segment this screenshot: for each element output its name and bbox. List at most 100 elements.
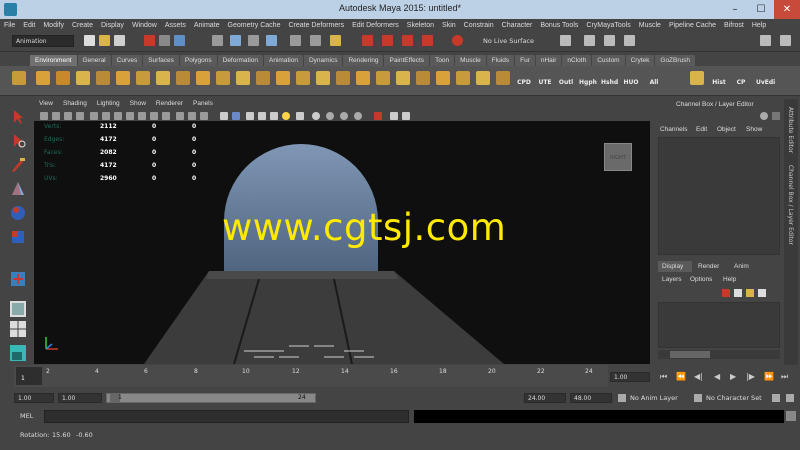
shelf-tab-fur[interactable]: Fur bbox=[515, 55, 535, 66]
four-pane-layout-icon[interactable] bbox=[9, 320, 27, 338]
select-hierarchy-icon[interactable] bbox=[144, 35, 155, 46]
shelf-label-cpd[interactable]: CPD bbox=[516, 79, 532, 86]
shelf-label-hshd[interactable]: Hshd bbox=[601, 79, 618, 86]
menu-skin[interactable]: Skin bbox=[438, 19, 460, 32]
viewport-menu-renderer[interactable]: Renderer bbox=[151, 99, 188, 109]
shelf-tool-16-icon[interactable] bbox=[336, 71, 350, 85]
viewport-menu-panels[interactable]: Panels bbox=[188, 99, 218, 109]
xray-icon[interactable] bbox=[246, 112, 254, 120]
layout-icon[interactable] bbox=[760, 35, 771, 46]
menu-bifrost[interactable]: Bifrost bbox=[720, 19, 748, 32]
rotate-tool-icon[interactable] bbox=[9, 204, 27, 222]
channel-box-side-tab[interactable]: Channel Box / Layer Editor bbox=[787, 165, 794, 245]
shelf-label-hgph[interactable]: Hgph bbox=[579, 79, 597, 86]
ambient-occlusion-icon[interactable] bbox=[312, 112, 320, 120]
shelf-tool-11-icon[interactable] bbox=[236, 71, 250, 85]
shelf-tool-24-icon[interactable] bbox=[496, 71, 510, 85]
layer-scrollbar-thumb[interactable] bbox=[670, 351, 710, 358]
snap-grid-icon[interactable] bbox=[212, 35, 223, 46]
isolate-icon[interactable] bbox=[374, 112, 382, 120]
shelf-tab-nhair[interactable]: nHair bbox=[535, 55, 562, 66]
shelf-label-outl[interactable]: Outl bbox=[558, 79, 574, 86]
menu-constrain[interactable]: Constrain bbox=[460, 19, 498, 32]
snap-curve-icon[interactable] bbox=[230, 35, 241, 46]
shelf-tool-25-icon[interactable] bbox=[690, 71, 704, 85]
anti-aliasing-icon[interactable] bbox=[340, 112, 348, 120]
paint-select-tool-icon[interactable] bbox=[9, 156, 27, 174]
move-tool-icon[interactable] bbox=[9, 180, 27, 198]
magnet-icon[interactable] bbox=[452, 35, 463, 46]
shelf-tab-fluids[interactable]: Fluids bbox=[486, 55, 515, 66]
shelf-label-all[interactable]: All bbox=[646, 79, 662, 86]
shelf-tab-polygons[interactable]: Polygons bbox=[179, 55, 217, 66]
shelf-tool-12-icon[interactable] bbox=[256, 71, 270, 85]
menu-help[interactable]: Help bbox=[748, 19, 770, 32]
mel-command-input[interactable] bbox=[44, 410, 409, 423]
shelf-tab-painteffects[interactable]: PaintEffects bbox=[384, 55, 430, 66]
safe-action-icon[interactable] bbox=[150, 112, 158, 120]
playback-end-field[interactable]: 24.00 bbox=[524, 393, 566, 403]
channel-box-toggle-icon[interactable] bbox=[772, 112, 780, 120]
menu-create-deformers[interactable]: Create Deformers bbox=[284, 19, 348, 32]
lighting-icon[interactable] bbox=[282, 112, 290, 120]
shelf-tool-17-icon[interactable] bbox=[356, 71, 370, 85]
toggle-tool-settings-icon[interactable] bbox=[604, 35, 615, 46]
lock-icon[interactable] bbox=[330, 35, 341, 46]
gate-mask-icon[interactable] bbox=[126, 112, 134, 120]
menu-edit[interactable]: Edit bbox=[19, 19, 39, 32]
open-scene-icon[interactable] bbox=[99, 35, 110, 46]
step-forward-key-icon[interactable]: |▶ bbox=[746, 372, 755, 381]
select-tool-icon[interactable] bbox=[9, 108, 27, 126]
current-frame-marker[interactable] bbox=[16, 367, 42, 385]
bookmark-icon[interactable] bbox=[64, 112, 72, 120]
camera-select-icon[interactable] bbox=[40, 112, 48, 120]
shelf-label-huo[interactable]: HUO bbox=[623, 79, 639, 86]
menu-display[interactable]: Display bbox=[97, 19, 128, 32]
menu-assets[interactable]: Assets bbox=[161, 19, 190, 32]
viewport-options-icon[interactable] bbox=[402, 112, 410, 120]
new-scene-icon[interactable] bbox=[84, 35, 95, 46]
grid-icon[interactable] bbox=[90, 112, 98, 120]
shelf-tool-22-icon[interactable] bbox=[456, 71, 470, 85]
layer-tab-display[interactable]: Display bbox=[662, 263, 683, 270]
viewport-menu-shading[interactable]: Shading bbox=[58, 99, 92, 109]
shelf-tool-20-icon[interactable] bbox=[416, 71, 430, 85]
shelf-tool-5-icon[interactable] bbox=[116, 71, 130, 85]
channel-box-gear-icon[interactable] bbox=[760, 112, 768, 120]
step-forward-frame-icon[interactable]: ⏩ bbox=[764, 372, 774, 381]
shelf-tab-custom[interactable]: Custom bbox=[592, 55, 625, 66]
shelf-tab-muscle[interactable]: Muscle bbox=[455, 55, 486, 66]
shelf-label-uvedi[interactable]: UvEdi bbox=[756, 79, 775, 86]
menu-bonus-tools[interactable]: Bonus Tools bbox=[536, 19, 582, 32]
shelf-label-hist[interactable]: Hist bbox=[711, 79, 727, 86]
current-time-field[interactable]: 1.00 bbox=[610, 372, 650, 382]
snap-point-icon[interactable] bbox=[248, 35, 259, 46]
shelf-label-cp[interactable]: CP bbox=[733, 79, 749, 86]
menu-modify[interactable]: Modify bbox=[39, 19, 68, 32]
shelf-tab-gozbrush[interactable]: GoZBrush bbox=[655, 55, 696, 66]
viewport-menu-view[interactable]: View bbox=[34, 99, 58, 109]
shelf-tool-1-icon[interactable] bbox=[36, 71, 50, 85]
mel-label[interactable]: MEL bbox=[20, 412, 33, 420]
shelf-tool-2-icon[interactable] bbox=[56, 71, 70, 85]
smooth-shade-icon[interactable] bbox=[188, 112, 196, 120]
menu-crymayatools[interactable]: CryMayaTools bbox=[582, 19, 634, 32]
attribute-editor-side-tab[interactable]: Attribute Editor bbox=[787, 107, 794, 153]
shelf-tab-curves[interactable]: Curves bbox=[111, 55, 143, 66]
camera-attributes-icon[interactable] bbox=[52, 112, 60, 120]
animation-start-field[interactable]: 1.00 bbox=[14, 393, 54, 403]
shelf-tool-6-icon[interactable] bbox=[136, 71, 150, 85]
channel-box-menu-show[interactable]: Show bbox=[746, 126, 762, 133]
viewport-3d[interactable]: Verts: 2112 0 0 Edges: 4172 0 0 Faces: 2082 0 0 T… bbox=[34, 121, 650, 364]
shelf-tool-21-icon[interactable] bbox=[436, 71, 450, 85]
select-object-icon[interactable] bbox=[159, 35, 170, 46]
motion-blur-icon[interactable] bbox=[326, 112, 334, 120]
select-component-icon[interactable] bbox=[174, 35, 185, 46]
texture-icon[interactable] bbox=[200, 112, 208, 120]
character-set-label[interactable]: No Character Set bbox=[706, 394, 762, 402]
shelf-tab-toon[interactable]: Toon bbox=[430, 55, 455, 66]
minimize-button[interactable]: – bbox=[722, 0, 748, 19]
channel-box-menu-object[interactable]: Object bbox=[717, 126, 736, 133]
resolution-gate-icon[interactable] bbox=[114, 112, 122, 120]
anim-layer-icon[interactable] bbox=[618, 394, 626, 402]
